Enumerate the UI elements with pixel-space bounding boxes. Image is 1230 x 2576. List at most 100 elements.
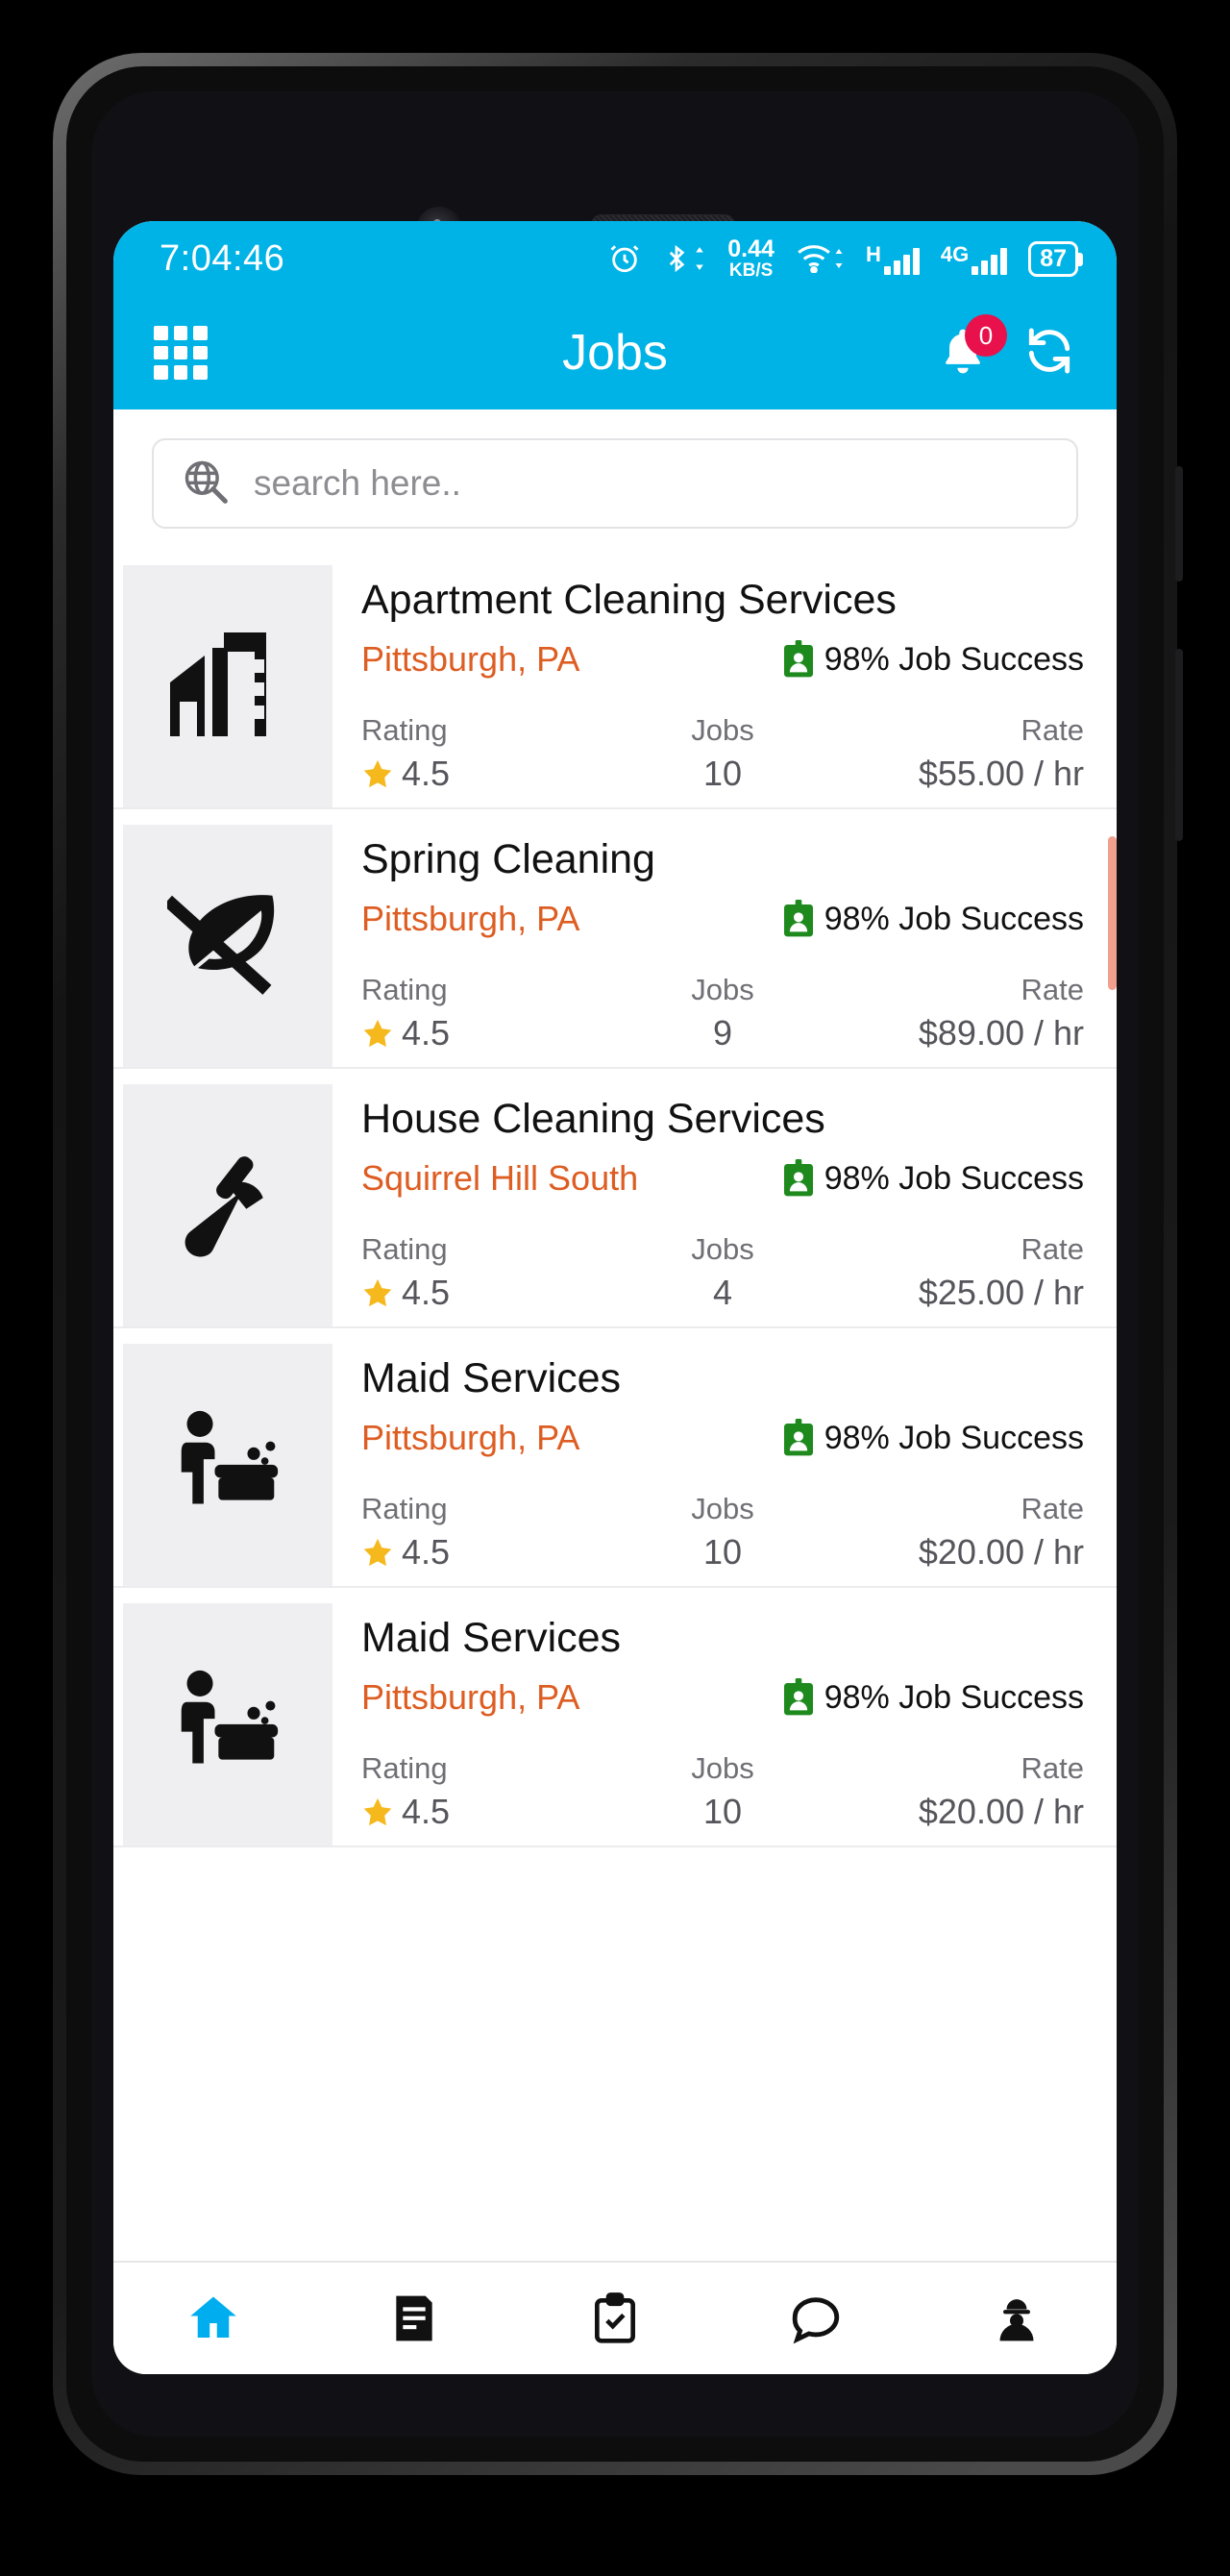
job-title: Maid Services [361,1355,622,1401]
alarm-icon [608,242,641,275]
job-thumbnail [123,1344,332,1586]
power-button[interactable] [1175,466,1183,582]
stat-rate-value: $25.00 / hr [918,1273,1085,1312]
stat-jobs-value: 10 [702,1532,743,1572]
job-details: Spring Cleaning Pittsburgh, PA 98% Job S… [332,825,1117,1067]
notification-bell-icon[interactable]: 0 [936,314,1007,382]
nav-tasks[interactable] [515,2291,716,2345]
job-list: Apartment Cleaning Services Pittsburgh, … [113,550,1117,1847]
job-stats: Rating 4.5 Jobs 10 Rate $20.00 / hr [361,1751,1084,1832]
stat-rate: Rate $89.00 / hr [843,973,1084,1053]
stat-jobs-value: 4 [712,1273,733,1312]
stat-jobs-value: 10 [702,754,743,793]
stat-rating: Rating 4.5 [361,973,603,1053]
job-success-text: 98% Job Success [824,1678,1084,1716]
job-card[interactable]: Spring Cleaning Pittsburgh, PA 98% Job S… [113,809,1117,1069]
volume-button[interactable] [1175,649,1183,841]
job-card[interactable]: House Cleaning Services Squirrel Hill So… [113,1069,1117,1328]
success-card-icon [783,1419,813,1456]
job-title: Spring Cleaning [361,836,655,882]
stat-rating: Rating 4.5 [361,1492,603,1573]
job-meta: Pittsburgh, PA 98% Job Success [361,1418,1084,1458]
battery-icon: 87 [1028,240,1083,277]
chat-bubble-icon [792,2297,839,2344]
stat-jobs-label: Jobs [691,1232,754,1266]
signal-h-icon: H [866,242,920,275]
phone-screen: 7:04:46 0.44 KB/S H 4G 87 Jobs 0 search … [113,221,1117,2374]
job-card[interactable]: Apartment Cleaning Services Pittsburgh, … [113,550,1117,809]
signal-4g-icon: 4G [941,242,1008,275]
status-time: 7:04:46 [160,237,285,279]
stat-rating-label: Rating [361,1492,448,1525]
stat-rating-label: Rating [361,973,448,1006]
nav-chat[interactable] [715,2291,916,2346]
globe-search-icon [181,457,231,511]
job-success-text: 98% Job Success [824,900,1084,937]
stat-rating-label: Rating [361,1232,448,1266]
stat-jobs: Jobs 10 [603,1751,844,1832]
grid-menu-icon[interactable] [154,326,208,380]
search-input[interactable]: search here.. [152,438,1078,529]
stat-rate-label: Rate [1021,1232,1085,1266]
job-details: House Cleaning Services Squirrel Hill So… [332,1084,1117,1326]
leaf-crossed-icon [162,888,288,1004]
nav-profile[interactable] [916,2291,1117,2345]
stat-jobs-label: Jobs [691,973,754,1006]
job-success-text: 98% Job Success [824,1159,1084,1197]
stat-jobs-value: 9 [712,1013,733,1053]
stat-rating-label: Rating [361,1751,448,1785]
job-meta: Squirrel Hill South 98% Job Success [361,1158,1084,1199]
notes-icon [396,2295,432,2341]
star-icon [363,1278,392,1307]
stat-jobs: Jobs 4 [603,1232,844,1313]
status-bar: 7:04:46 0.44 KB/S H 4G 87 [113,221,1117,296]
scrollbar-thumb[interactable] [1108,836,1117,990]
stat-rate: Rate $20.00 / hr [843,1751,1084,1832]
bluetooth-icon [662,242,706,275]
network-speed-indicator: 0.44 KB/S [727,237,775,281]
app-bar-actions: 0 [936,314,1076,383]
stat-rating-value: 4.5 [361,1013,450,1053]
job-card[interactable]: Maid Services Pittsburgh, PA 98% Job Suc… [113,1328,1117,1588]
stat-rating-value: 4.5 [361,1273,450,1313]
stat-jobs: Jobs 10 [603,1492,844,1573]
job-thumbnail [123,825,332,1067]
job-success-badge: 98% Job Success [782,1678,1084,1717]
stat-rate-value: $20.00 / hr [918,1532,1085,1572]
battery-level: 87 [1040,244,1067,272]
stat-rate: Rate $25.00 / hr [843,1232,1084,1313]
stat-jobs-label: Jobs [691,1492,754,1525]
nav-home[interactable] [113,2290,314,2347]
nav-notes[interactable] [314,2291,515,2345]
app-bar: Jobs 0 [113,296,1117,409]
star-icon [363,759,392,788]
clipboard-check-icon [594,2292,635,2343]
stat-rating-value: 4.5 [361,1792,450,1832]
stat-rating-label: Rating [361,713,448,747]
stat-rating-value: 4.5 [361,1532,450,1573]
job-stats: Rating 4.5 Jobs 4 Rate $25.00 / hr [361,1232,1084,1313]
refresh-icon[interactable] [1022,324,1076,383]
phone-frame: 7:04:46 0.44 KB/S H 4G 87 Jobs 0 search … [53,53,1183,2475]
job-success-badge: 98% Job Success [782,1159,1084,1198]
job-location: Pittsburgh, PA [361,1677,580,1717]
job-thumbnail [123,565,332,807]
job-success-badge: 98% Job Success [782,900,1084,938]
stat-rate-label: Rate [1021,1751,1085,1785]
job-meta: Pittsburgh, PA 98% Job Success [361,639,1084,680]
star-icon [363,1797,392,1826]
job-meta: Pittsburgh, PA 98% Job Success [361,899,1084,939]
job-stats: Rating 4.5 Jobs 9 Rate $89.00 / hr [361,973,1084,1053]
stat-rating: Rating 4.5 [361,1751,603,1832]
stat-jobs-label: Jobs [691,1751,754,1785]
job-details: Apartment Cleaning Services Pittsburgh, … [332,565,1117,807]
broom-icon [169,1150,286,1262]
stat-jobs-value: 10 [702,1792,743,1831]
job-success-text: 98% Job Success [824,640,1084,678]
stat-rate: Rate $20.00 / hr [843,1492,1084,1573]
star-icon [363,1538,392,1567]
stat-jobs: Jobs 10 [603,713,844,794]
job-card[interactable]: Maid Services Pittsburgh, PA 98% Job Suc… [113,1588,1117,1847]
job-title: Apartment Cleaning Services [361,577,897,623]
job-location: Squirrel Hill South [361,1158,639,1198]
